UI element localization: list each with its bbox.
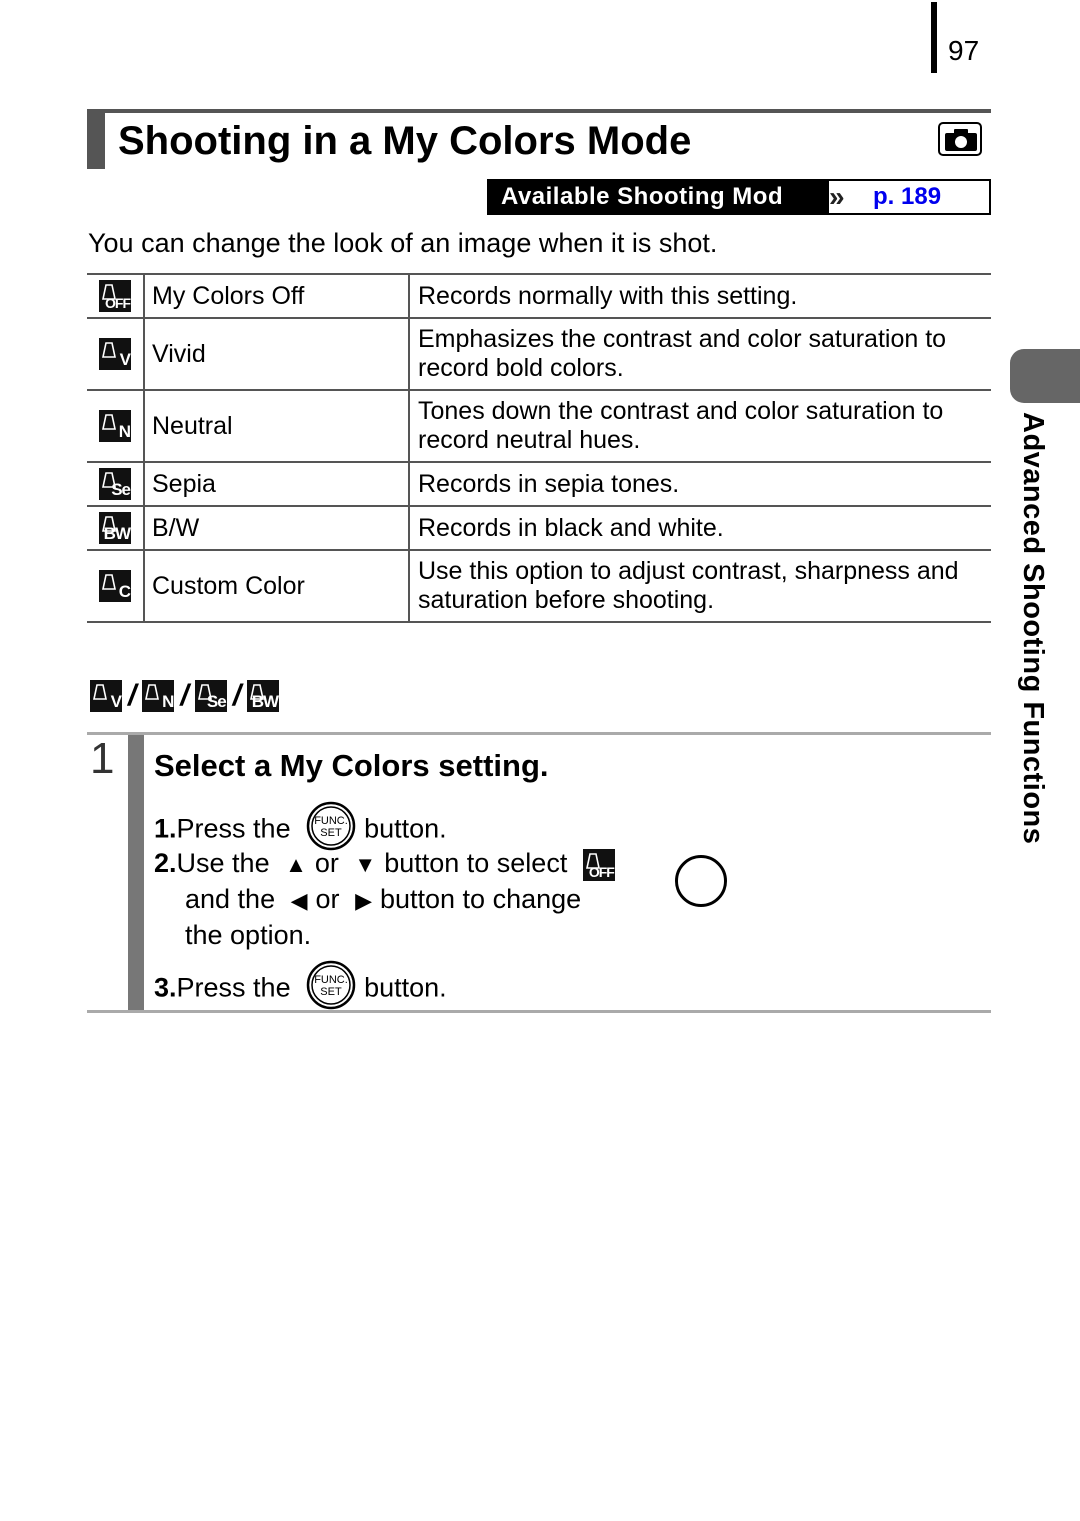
my-colors-custom-icon: C — [99, 570, 131, 602]
svg-text:SET: SET — [320, 827, 342, 839]
mode-description: Records normally with this setting. — [409, 273, 991, 319]
mode-icon-cell: N — [87, 389, 145, 463]
mode-description: Emphasizes the contrast and color satura… — [409, 317, 991, 391]
my-colors-bw-icon: BW — [99, 512, 131, 544]
mode-icon-cell: C — [87, 549, 145, 623]
right-arrow-icon: ▶ — [355, 887, 372, 913]
page-title: Shooting in a My Colors Mode — [118, 119, 692, 163]
mode-icon-cell: V — [87, 317, 145, 391]
mode-name: Vivid — [144, 317, 410, 391]
mode-name: Sepia — [144, 461, 410, 507]
mode-name: Neutral — [144, 389, 410, 463]
available-shooting-modes: Available Shooting Mod » p. 189 — [487, 179, 991, 215]
step-title: Select a My Colors setting. — [154, 748, 549, 783]
table-row: OFF My Colors Off Records normally with th… — [87, 273, 991, 319]
intro-text: You can change the look of an image when… — [88, 228, 718, 258]
substep-number: 2. — [154, 848, 177, 878]
table-row: BW B/W Records in black and white. — [87, 505, 991, 551]
svg-text:FUNC.: FUNC. — [314, 815, 348, 827]
substep-text: button to select — [384, 848, 568, 878]
substep-2-line-2: and the ◀ or ▶ button to change — [185, 881, 581, 919]
substep-2-line-3: the option. — [185, 920, 312, 950]
mode-name: Custom Color — [144, 549, 410, 623]
substep-text: button. — [364, 972, 447, 1003]
my-colors-sepia-icon: Se — [99, 468, 131, 500]
applicable-modes-icons: V / N / Se / BW — [90, 680, 279, 712]
substep-number: 1. — [154, 813, 177, 844]
step-top-rule — [87, 732, 991, 735]
table-row: C Custom Color Use this option to adjust c… — [87, 549, 991, 623]
mode-icon-cell: OFF — [87, 273, 145, 319]
title-accent-bar — [87, 113, 105, 169]
substep-text: Use the — [176, 848, 270, 878]
screen-illustration-placeholder — [675, 855, 727, 907]
svg-text:FUNC.: FUNC. — [314, 974, 348, 986]
my-colors-sepia-icon: Se — [194, 680, 227, 712]
my-colors-off-icon: OFF — [582, 848, 615, 881]
substep-2-line-1: 2.Use the ▲ or ▼ button to select OFF — [154, 845, 615, 883]
mode-description: Tones down the contrast and color satura… — [409, 389, 991, 463]
substep-number: 3. — [154, 972, 177, 1003]
my-colors-table: OFF My Colors Off Records normally with th… — [87, 273, 991, 623]
mode-description: Records in black and white. — [409, 505, 991, 551]
my-colors-off-icon: OFF — [99, 280, 131, 312]
step-bottom-rule — [87, 1010, 991, 1013]
substep-text: button to change — [379, 884, 582, 914]
substep-text: Press the — [176, 972, 291, 1003]
my-colors-bw-icon: BW — [247, 680, 279, 712]
mode-name: My Colors Off — [144, 273, 410, 319]
my-colors-vivid-icon: V — [99, 338, 131, 370]
step-number: 1 — [90, 734, 115, 783]
available-modes-label: Available Shooting Mod — [489, 181, 829, 213]
separator: / — [128, 679, 137, 712]
table-row: N Neutral Tones down the contrast and colo… — [87, 389, 991, 463]
table-row: V Vivid Emphasizes the contrast and color … — [87, 317, 991, 391]
substep-text: or — [314, 848, 339, 878]
substep-text: Press the — [176, 813, 291, 844]
my-colors-vivid-icon: V — [90, 680, 122, 712]
title-rule — [87, 109, 991, 113]
chapter-tab[interactable] — [1010, 349, 1080, 403]
left-arrow-icon: ◀ — [290, 887, 308, 913]
mode-icon-cell: Se — [87, 461, 145, 507]
mode-icon-cell: BW — [87, 505, 145, 551]
mode-description: Records in sepia tones. — [409, 461, 991, 507]
separator: / — [180, 679, 189, 712]
table-row: Se Sepia Records in sepia tones. — [87, 461, 991, 507]
page-reference-link[interactable]: p. 189 — [873, 181, 941, 213]
down-arrow-icon: ▼ — [354, 851, 377, 877]
page-number: 97 — [948, 35, 980, 66]
up-arrow-icon: ▲ — [285, 851, 307, 877]
camera-icon — [938, 122, 982, 156]
chapter-title: Advanced Shooting Functions — [1017, 412, 1049, 845]
substep-text: and the — [185, 884, 276, 914]
step-bar — [128, 735, 144, 1012]
mode-description: Use this option to adjust contrast, shar… — [409, 549, 991, 623]
mode-name: B/W — [144, 505, 410, 551]
double-chevron-right-icon: » — [829, 181, 845, 212]
my-colors-neutral-icon: N — [142, 680, 174, 712]
svg-text:SET: SET — [320, 986, 342, 998]
substep-text: button. — [364, 813, 447, 844]
substep-text: or — [315, 884, 340, 914]
separator: / — [232, 679, 242, 712]
my-colors-neutral-icon: N — [99, 410, 131, 442]
page-number-bar — [931, 2, 937, 73]
